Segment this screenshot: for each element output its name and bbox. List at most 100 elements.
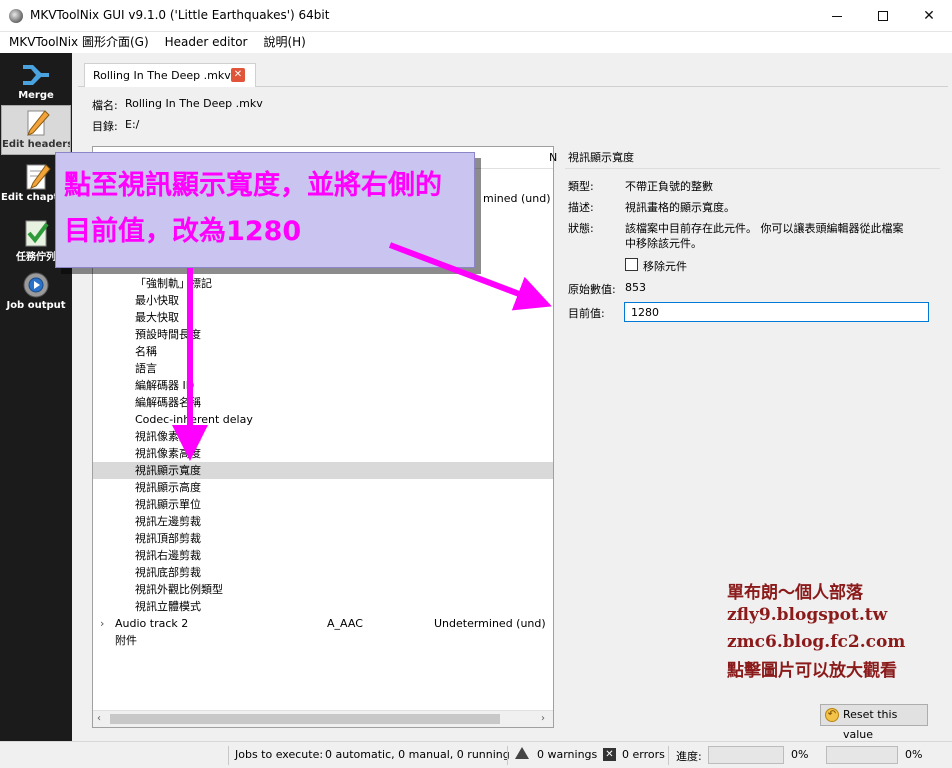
- status-bar: Jobs to execute: 0 automatic, 0 manual, …: [0, 741, 952, 768]
- tree-row-label: 「強制軌」標記: [135, 277, 212, 290]
- tree-row[interactable]: 預設時間長度: [93, 326, 553, 343]
- status-value-line2: 中移除該元件。: [625, 237, 702, 250]
- tree-row-label: 編解碼器名稱: [135, 396, 201, 409]
- tree-row-label: 視訊外觀比例類型: [135, 583, 223, 596]
- menu-help[interactable]: 說明(H): [255, 32, 313, 53]
- tree-row[interactable]: 語言: [93, 360, 553, 377]
- file-tab[interactable]: Rolling In The Deep .mkv ✕: [84, 63, 256, 87]
- tree-row[interactable]: 視訊頂部剪裁: [93, 530, 553, 547]
- tree-row-audio-track[interactable]: › Audio track 2 A_AAC Undetermined (und): [93, 615, 553, 632]
- close-button[interactable]: ✕: [906, 0, 952, 32]
- error-icon: ✕: [603, 748, 616, 761]
- window-title: MKVToolNix GUI v9.1.0 ('Little Earthquak…: [30, 8, 330, 22]
- current-value-label: 目前值:: [568, 307, 605, 320]
- type-value: 不帶正負號的整數: [625, 180, 713, 193]
- progress-label: 進度:: [676, 750, 702, 763]
- annotation-line-1: 點至視訊顯示寬度，並將右側的: [64, 170, 442, 201]
- menu-mkvtoolnix[interactable]: MKVToolNix 圖形介面(G): [0, 32, 157, 53]
- tree-row-label: 視訊像素寬度: [135, 430, 201, 443]
- original-value-label: 原始數值:: [568, 283, 616, 296]
- tree-row[interactable]: 視訊右邊剪裁: [93, 547, 553, 564]
- scroll-left-icon[interactable]: ‹: [97, 713, 101, 724]
- tree-row-label: 編解碼器 ID: [135, 379, 195, 392]
- status-separator: [228, 746, 229, 765]
- tree-row-attachments[interactable]: 附件: [93, 632, 553, 649]
- menu-header-editor[interactable]: Header editor: [157, 32, 256, 53]
- tree-row[interactable]: 視訊顯示高度: [93, 479, 553, 496]
- tree-row[interactable]: 視訊外觀比例類型: [93, 581, 553, 598]
- tree-row-label: 語言: [135, 362, 157, 375]
- tree-column-header[interactable]: N: [549, 151, 557, 164]
- merge-button[interactable]: Merge: [1, 57, 71, 107]
- gear-icon: [23, 272, 49, 298]
- horizontal-scrollbar[interactable]: ‹ ›: [93, 710, 553, 727]
- attachments-label: 附件: [115, 634, 137, 647]
- original-value: 853: [625, 281, 646, 294]
- detail-divider: [565, 168, 940, 169]
- directory-value: E:/: [125, 118, 140, 131]
- tree-row[interactable]: 視訊顯示單位: [93, 496, 553, 513]
- tree-row[interactable]: 視訊像素寬度: [93, 428, 553, 445]
- detail-title: 視訊顯示寬度: [568, 151, 634, 164]
- credit-line-3: zmc6.blog.fc2.com: [727, 632, 906, 652]
- tree-row-label: 視訊顯示高度: [135, 481, 201, 494]
- warnings-count[interactable]: 0 warnings: [537, 748, 597, 761]
- remove-element-checkbox[interactable]: [625, 258, 638, 271]
- remove-element-label[interactable]: 移除元件: [643, 258, 687, 274]
- file-name-label: 檔名:: [92, 99, 118, 112]
- maximize-icon: [878, 11, 888, 21]
- audio-track-name: Audio track 2: [115, 617, 189, 630]
- current-value-input[interactable]: [624, 302, 929, 322]
- job-output-label: Job output: [6, 300, 66, 311]
- minimize-button[interactable]: [814, 0, 860, 32]
- reset-value-button[interactable]: ↶ Reset this value: [820, 704, 928, 741]
- errors-count[interactable]: 0 errors: [622, 748, 665, 761]
- audio-track-language: Undetermined (und): [434, 617, 546, 630]
- tab-close-icon[interactable]: ✕: [231, 68, 245, 82]
- progress-current-value: 0%: [791, 748, 809, 761]
- jobs-label: Jobs to execute:: [235, 748, 324, 761]
- tab-label: Rolling In The Deep .mkv: [93, 69, 231, 82]
- tree-row[interactable]: Codec-inherent delay: [93, 411, 553, 428]
- maximize-button[interactable]: [860, 0, 906, 32]
- description-value: 視訊畫格的顯示寬度。: [625, 201, 735, 214]
- tree-row[interactable]: 最小快取: [93, 292, 553, 309]
- tree-row-label: 視訊顯示單位: [135, 498, 201, 511]
- tree-row-label: 視訊顯示寬度: [135, 464, 201, 477]
- merge-label: Merge: [18, 90, 54, 101]
- file-name-value: Rolling In The Deep .mkv: [125, 97, 263, 110]
- notepad-icon: [26, 164, 51, 190]
- scrollbar-thumb[interactable]: [110, 714, 500, 724]
- minimize-icon: [832, 15, 842, 17]
- tree-row[interactable]: 最大快取: [93, 309, 553, 326]
- undo-icon: ↶: [825, 708, 839, 722]
- status-separator: [507, 746, 508, 765]
- tree-row-label: 視訊左邊剪裁: [135, 515, 201, 528]
- tree-row[interactable]: 視訊像素高度: [93, 445, 553, 462]
- tree-row[interactable]: 視訊底部剪裁: [93, 564, 553, 581]
- tree-row[interactable]: 編解碼器 ID: [93, 377, 553, 394]
- close-icon: ✕: [923, 8, 935, 24]
- annotation-callout: 點至視訊顯示寬度，並將右側的 目前值，改為1280: [55, 152, 475, 268]
- edit-headers-button[interactable]: Edit headers: [1, 105, 71, 155]
- tree-row[interactable]: 視訊顯示寬度: [93, 462, 553, 479]
- tree-row-label: 視訊頂部剪裁: [135, 532, 201, 545]
- job-output-button[interactable]: Job output: [1, 267, 71, 317]
- tree-row-label: 視訊右邊剪裁: [135, 549, 201, 562]
- tree-row[interactable]: 視訊左邊剪裁: [93, 513, 553, 530]
- tree-row[interactable]: 視訊立體模式: [93, 598, 553, 615]
- track-language-partial: mined (und): [483, 192, 551, 205]
- tree-row-label: Codec-inherent delay: [135, 413, 253, 426]
- scroll-right-icon[interactable]: ›: [541, 713, 545, 724]
- credit-line-4: 點擊圖片可以放大觀看: [727, 661, 897, 681]
- tree-row-label: 視訊底部剪裁: [135, 566, 201, 579]
- expand-chevron-icon[interactable]: ›: [100, 615, 104, 632]
- status-value-line1: 該檔案中目前存在此元件。 你可以讓表頭編輯器從此檔案: [625, 222, 904, 235]
- tree-row[interactable]: 編解碼器名稱: [93, 394, 553, 411]
- status-separator: [668, 746, 669, 765]
- type-label: 類型:: [568, 180, 594, 193]
- menu-bar: MKVToolNix 圖形介面(G) Header editor 說明(H): [0, 32, 952, 53]
- tree-row[interactable]: 名稱: [93, 343, 553, 360]
- status-label: 狀態:: [568, 222, 594, 235]
- tree-row[interactable]: 「強制軌」標記: [93, 275, 553, 292]
